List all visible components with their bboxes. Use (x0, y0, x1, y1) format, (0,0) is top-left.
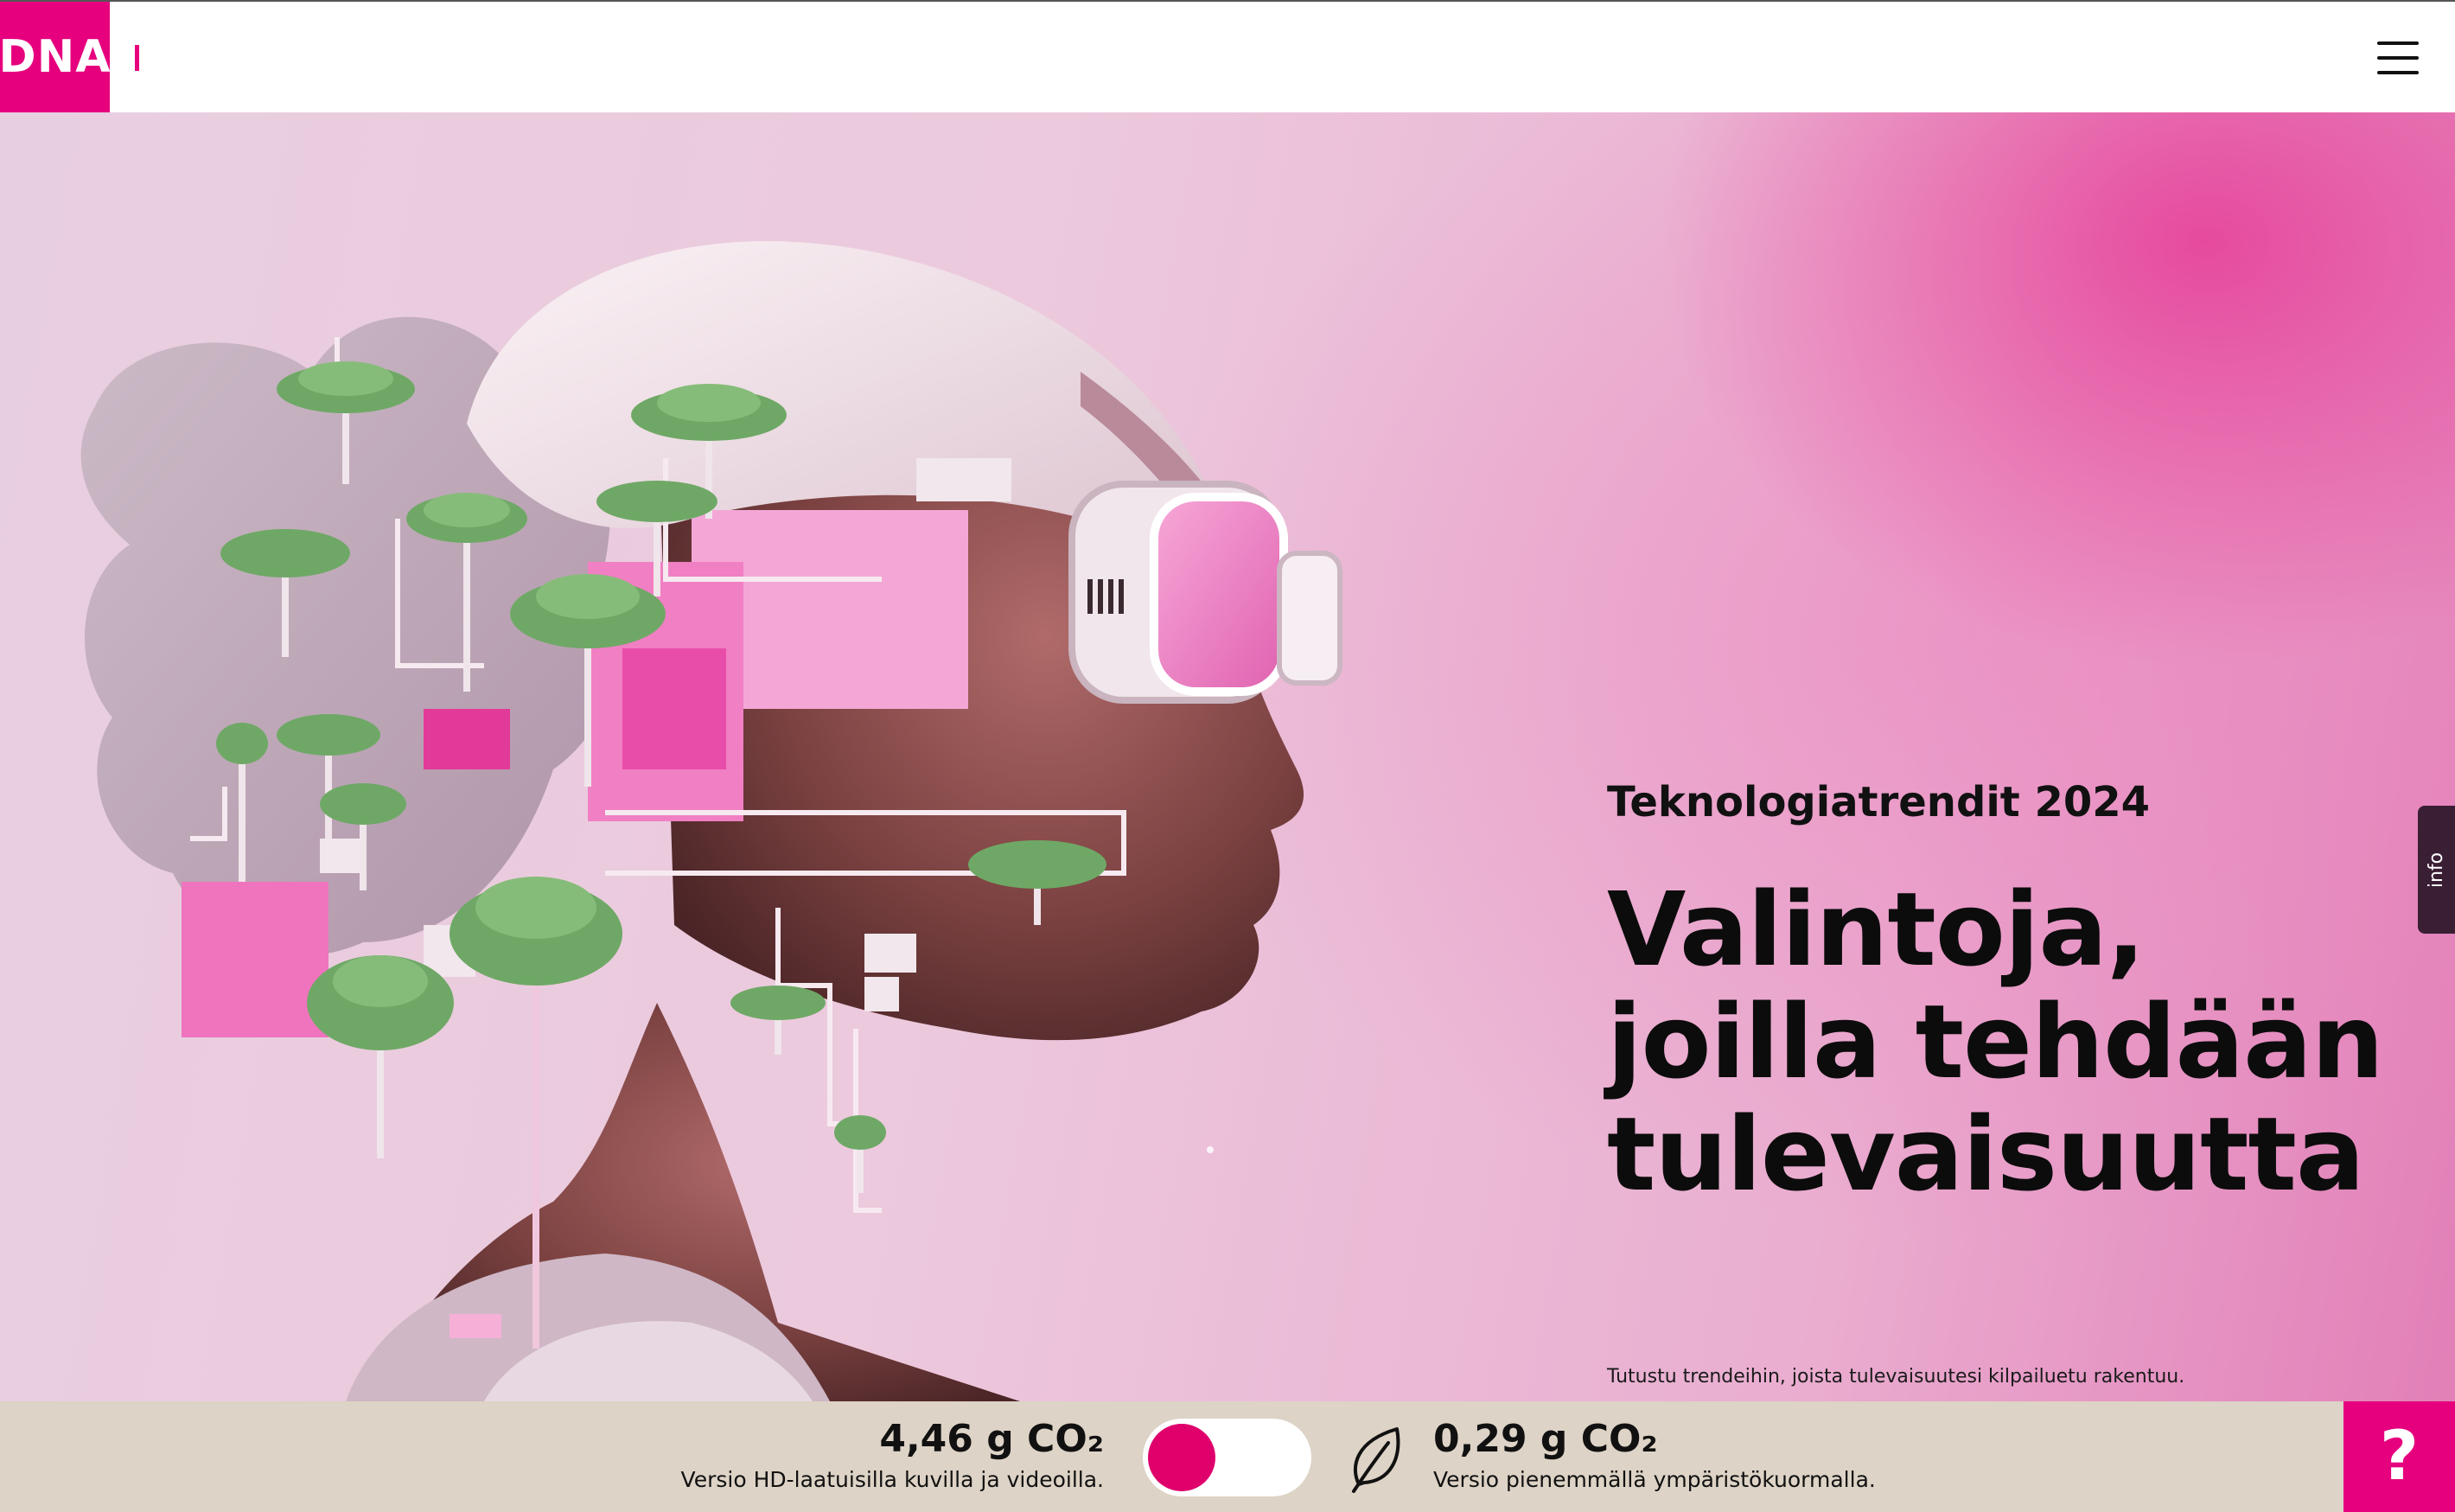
toggle-knob (1148, 1424, 1215, 1491)
help-icon: ? (2379, 1418, 2420, 1496)
hd-co2-label: Versio HD-laatuisilla kuvilla ja videoil… (680, 1467, 1104, 1492)
help-button[interactable]: ? (2343, 1401, 2455, 1512)
dna-logo[interactable]: DNA (0, 2, 110, 112)
eco-co2-label: Versio pienemmällä ympäristökuormalla. (1433, 1467, 1876, 1492)
hd-version-info: 4,46 g CO₂ Versio HD-laatuisilla kuvilla… (681, 1417, 1104, 1492)
hero-eyebrow: Teknologiatrendit 2024 (1607, 778, 2151, 826)
version-toggle[interactable] (1143, 1419, 1311, 1496)
co2-footer-bar: 4,46 g CO₂ Versio HD-laatuisilla kuvilla… (0, 1401, 2455, 1512)
info-tab-label: info (2425, 852, 2447, 888)
info-tab[interactable]: info (2418, 806, 2455, 934)
header-divider (135, 45, 139, 71)
leaf-icon (1352, 1427, 1400, 1493)
hd-co2-value: 4,46 g CO₂ (879, 1417, 1104, 1461)
headline-line-2: joilla tehdään (1607, 982, 2384, 1101)
headline-line-3: tulevaisuutta (1607, 1094, 2365, 1214)
eco-co2-value: 0,29 g CO₂ (1433, 1417, 1658, 1461)
hamburger-menu-icon[interactable] (2377, 41, 2419, 74)
site-header: DNA (0, 0, 2455, 112)
hero-subtitle: Tutustu trendeihin, joista tulevaisuutes… (1607, 1366, 2185, 1388)
logo-text: DNA (0, 31, 112, 83)
hero-illustration (80, 240, 1342, 1401)
hero-headline: Valintoja, joilla tehdään tulevaisuutta (1607, 870, 2384, 1214)
eco-version-info: 0,29 g CO₂ Versio pienemmällä ympäristök… (1433, 1417, 1876, 1492)
hero-section: info Teknologiatrendit 2024 Valintoja, j… (0, 112, 2455, 1401)
headline-line-1: Valintoja, (1607, 870, 2146, 989)
